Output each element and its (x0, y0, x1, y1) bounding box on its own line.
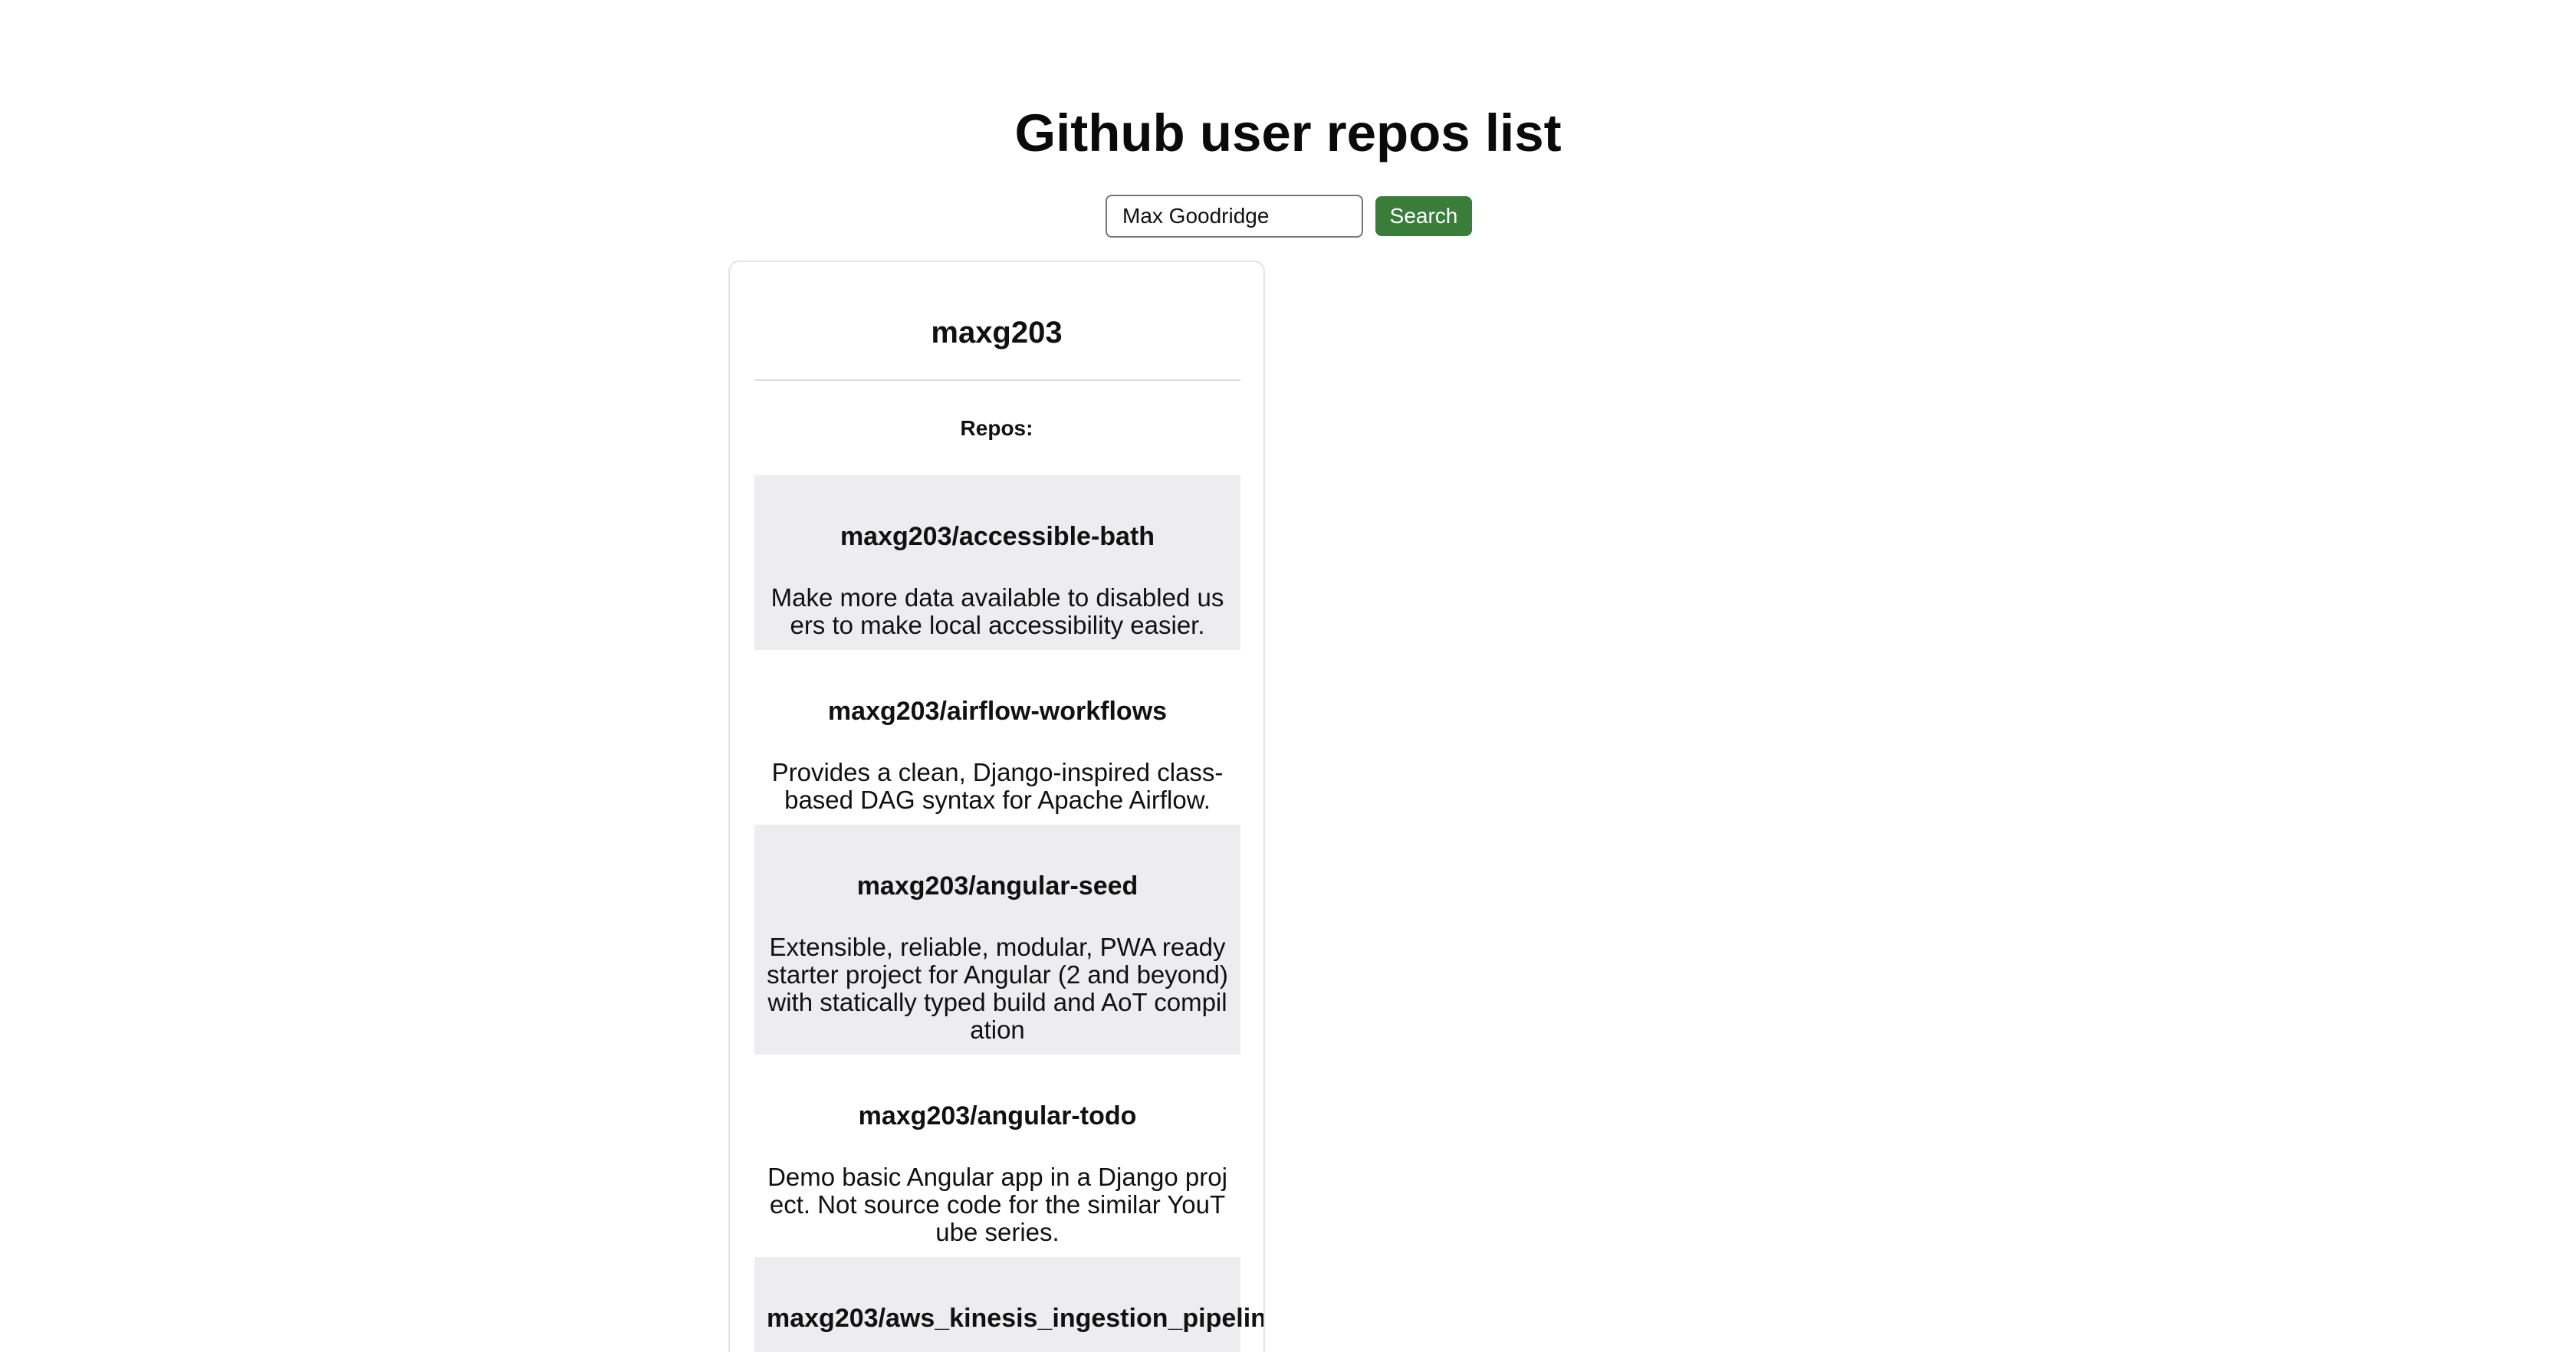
repo-list: maxg203/accessible-bath Make more data a… (754, 475, 1265, 1352)
repo-name: maxg203/accessible-bath (840, 522, 1155, 551)
username: maxg203 (931, 316, 1063, 349)
repo-item: maxg203/accessible-bath Make more data a… (754, 475, 1240, 650)
repo-item: maxg203/angular-todo Demo basic Angular … (754, 1055, 1240, 1257)
search-button[interactable]: Search (1375, 196, 1472, 236)
page: Github user repos list Search maxg203 Re… (0, 0, 2576, 1352)
repo-description: Demo basic Angular app in a Django proje… (767, 1163, 1227, 1246)
repo-name: maxg203/angular-seed (856, 871, 1138, 901)
search-input[interactable] (1106, 195, 1363, 238)
card-divider (754, 379, 1240, 381)
repo-description: Make more data available to disabled use… (770, 583, 1224, 639)
repo-name: maxg203/airflow-workflows (827, 697, 1168, 726)
page-title: Github user repos list (1014, 103, 1562, 162)
repo-item: maxg203/angular-seed Extensible, reliabl… (754, 825, 1240, 1055)
repos-label: Repos: (960, 416, 1033, 440)
repo-description: Provides a clean, Django-inspired class-… (771, 758, 1224, 814)
repo-name: maxg203/aws_kinesis_ingestion_pipeline (767, 1304, 1265, 1333)
user-card: maxg203 Repos: maxg203/accessible-bath M… (728, 261, 1265, 1352)
repo-item: maxg203/airflow-workflows Provides a cle… (754, 650, 1240, 825)
repo-name: maxg203/angular-todo (858, 1101, 1137, 1130)
repo-description: Extensible, reliable, modular, PWA ready… (767, 933, 1228, 1044)
search-form: Search (1106, 195, 1472, 238)
repo-item: maxg203/aws_kinesis_ingestion_pipeline (754, 1257, 1265, 1352)
